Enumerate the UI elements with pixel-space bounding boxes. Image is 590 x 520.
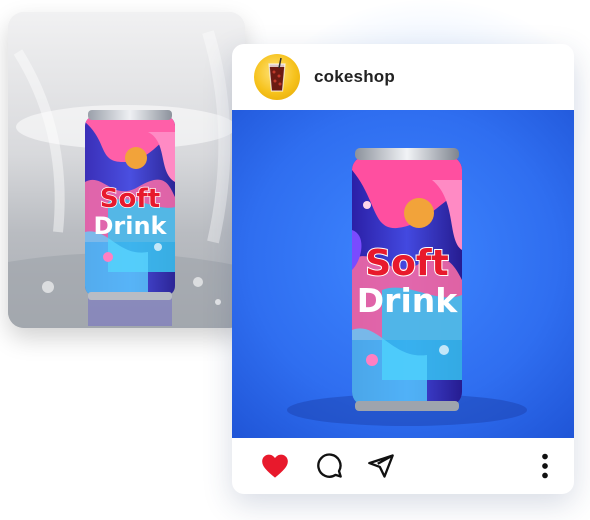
back-soda-can: Soft Drink (85, 110, 175, 300)
front-soda-can: Soft Drink (352, 148, 462, 411)
social-post-showcase: Soft Drink cokeshop Soft Drink (0, 0, 590, 520)
share-button[interactable] (366, 451, 396, 481)
post-username[interactable]: cokeshop (314, 67, 395, 87)
front-can-text-line2: Drink (357, 281, 458, 320)
back-can-text-line2: Drink (93, 212, 167, 240)
send-icon (368, 454, 394, 478)
post-header: cokeshop (232, 44, 574, 110)
profile-avatar[interactable] (254, 54, 300, 100)
more-vertical-icon (542, 453, 548, 479)
instagram-post-card: cokeshop Soft Drink (232, 44, 574, 494)
soda-can-photo-card: Soft Drink (8, 12, 245, 328)
front-can-text-line1: Soft (365, 243, 449, 284)
heart-icon (262, 454, 288, 478)
post-actions-bar (232, 438, 574, 494)
back-can-text-line1: Soft (100, 184, 160, 214)
comment-icon (317, 453, 342, 478)
soda-glass-icon (268, 57, 286, 92)
comment-button[interactable] (314, 451, 344, 481)
post-image[interactable]: Soft Drink (232, 110, 574, 438)
like-button[interactable] (260, 451, 290, 481)
soda-can-post-image: Soft Drink (232, 110, 574, 438)
more-options-button[interactable] (530, 451, 560, 481)
soda-can-photo: Soft Drink (8, 12, 245, 328)
